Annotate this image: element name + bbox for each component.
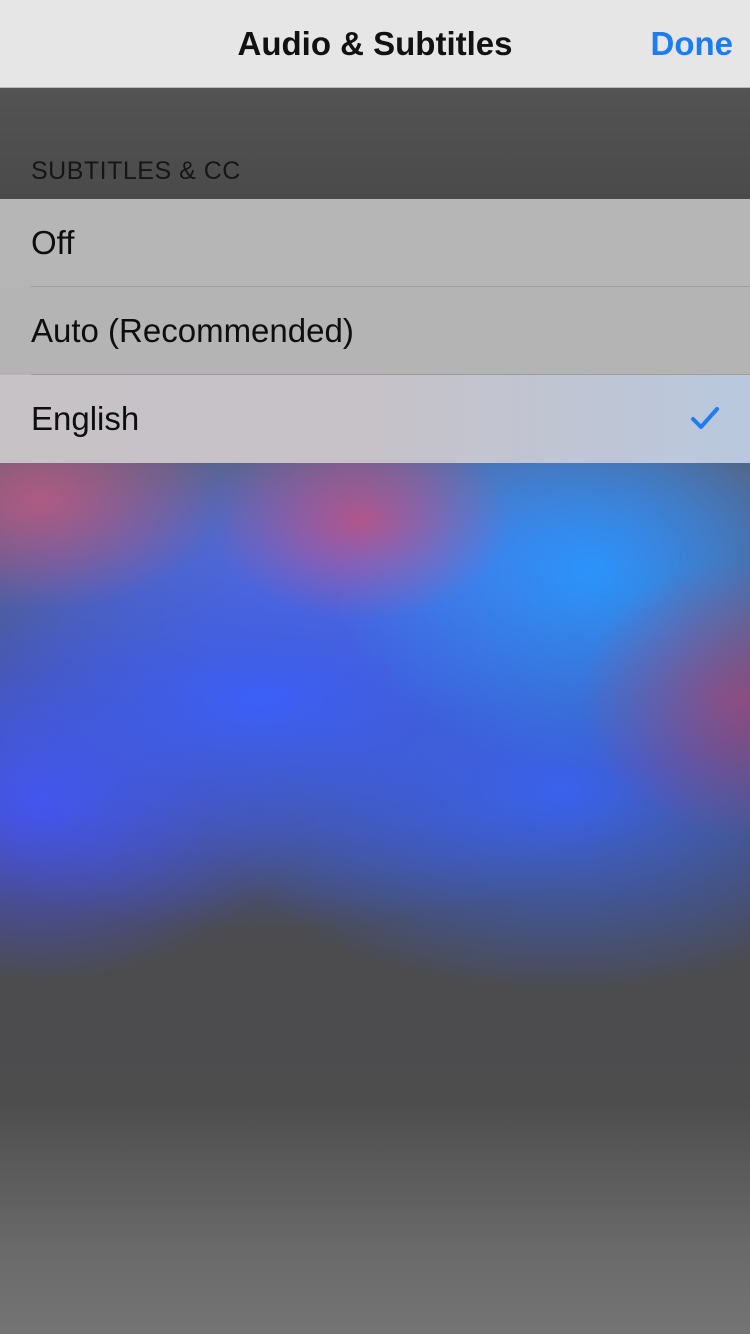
checkmark-icon xyxy=(691,407,719,429)
option-label: Auto (Recommended) xyxy=(31,312,354,349)
option-off[interactable]: Off xyxy=(0,199,750,287)
subtitle-options-list: Off Auto (Recommended) English xyxy=(0,199,750,463)
option-label: Off xyxy=(31,224,75,261)
option-label: English xyxy=(31,400,140,437)
page-title: Audio & Subtitles xyxy=(237,25,513,62)
option-auto-recommended[interactable]: Auto (Recommended) xyxy=(0,287,750,375)
section-header-subtitles: SUBTITLES & CC xyxy=(31,157,241,185)
option-english[interactable]: English xyxy=(0,375,750,463)
done-button[interactable]: Done xyxy=(651,24,734,64)
navigation-bar: Audio & Subtitles Done xyxy=(0,0,750,88)
